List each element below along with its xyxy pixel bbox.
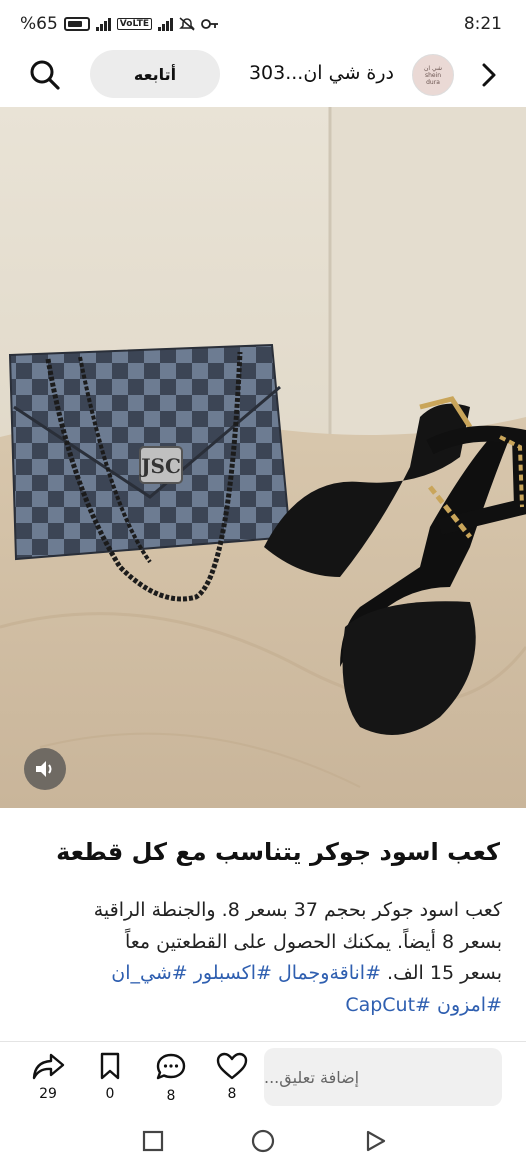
bookmark-icon xyxy=(100,1052,120,1080)
status-left: %65 VoLTE xyxy=(20,14,219,34)
like-button[interactable]: 8 xyxy=(212,1052,252,1102)
sound-toggle[interactable] xyxy=(24,748,66,790)
signal-icon xyxy=(95,17,111,31)
avatar[interactable]: شي ان shein dura xyxy=(412,54,454,96)
status-time: 8:21 xyxy=(463,14,502,34)
share-icon xyxy=(32,1053,65,1080)
recent-apps-icon[interactable] xyxy=(140,1128,166,1154)
home-icon[interactable] xyxy=(250,1128,276,1154)
post-body-line: كعب اسود جوكر بحجم 37 بسعر 8. والجنطة ال… xyxy=(93,899,502,921)
hashtag-links[interactable]: #امزون #CapCut xyxy=(22,990,502,1022)
search-icon[interactable] xyxy=(28,58,62,92)
comment-count: 8 xyxy=(166,1088,176,1104)
divider xyxy=(0,1041,526,1042)
system-nav-bar xyxy=(0,1114,526,1169)
post-header: أتابعه درة شي ان...303 شي ان shein dura xyxy=(0,50,526,102)
heart-icon xyxy=(216,1052,248,1080)
share-count: 29 xyxy=(39,1086,57,1102)
post-body-line: بسعر 8 أيضاً. يمكنك الحصول على القطعتين … xyxy=(124,930,502,953)
back-nav-icon[interactable] xyxy=(362,1128,388,1154)
battery-icon xyxy=(63,17,90,31)
like-count: 8 xyxy=(227,1086,237,1102)
hashtag-links[interactable]: #اناقةوجمال #اكسبلور #شي_ان xyxy=(111,962,381,984)
post-body-line: بسعر 15 الف. #اناقةوجمال #اكسبلور #شي_ان xyxy=(22,958,502,990)
share-button[interactable]: 29 xyxy=(28,1052,68,1102)
post-body-text: بسعر 15 الف. xyxy=(381,962,502,984)
save-button[interactable]: 0 xyxy=(90,1052,130,1102)
comment-icon xyxy=(156,1053,186,1080)
mute-icon xyxy=(179,17,195,31)
svg-text:JSC: JSC xyxy=(139,454,181,478)
speaker-icon xyxy=(36,761,52,777)
photo-handbag-and-heels: JSC xyxy=(0,107,526,808)
page-name[interactable]: درة شي ان...303 xyxy=(249,62,394,84)
avatar-text-top: شي ان xyxy=(423,64,442,72)
post-title: كعب اسود جوكر يتناسب مع كل قطعة xyxy=(56,838,500,866)
follow-button[interactable]: أتابعه xyxy=(90,50,220,98)
chevron-right-icon[interactable] xyxy=(474,60,504,90)
key-icon xyxy=(201,19,218,29)
comment-button[interactable]: 8 xyxy=(151,1052,191,1104)
avatar-text-bottom: shein dura xyxy=(424,71,442,86)
post-image[interactable]: JSC xyxy=(0,107,526,808)
comment-input[interactable]: إضافة تعليق... xyxy=(264,1048,502,1106)
save-count: 0 xyxy=(105,1086,115,1102)
battery-percent: %65 xyxy=(20,14,58,34)
signal-icon-2 xyxy=(158,17,173,31)
volte-badge: VoLTE xyxy=(116,18,152,30)
status-bar: %65 VoLTE 8:21 xyxy=(0,0,526,50)
post-body: كعب اسود جوكر بحجم 37 بسعر 8. والجنطة ال… xyxy=(22,895,502,1021)
